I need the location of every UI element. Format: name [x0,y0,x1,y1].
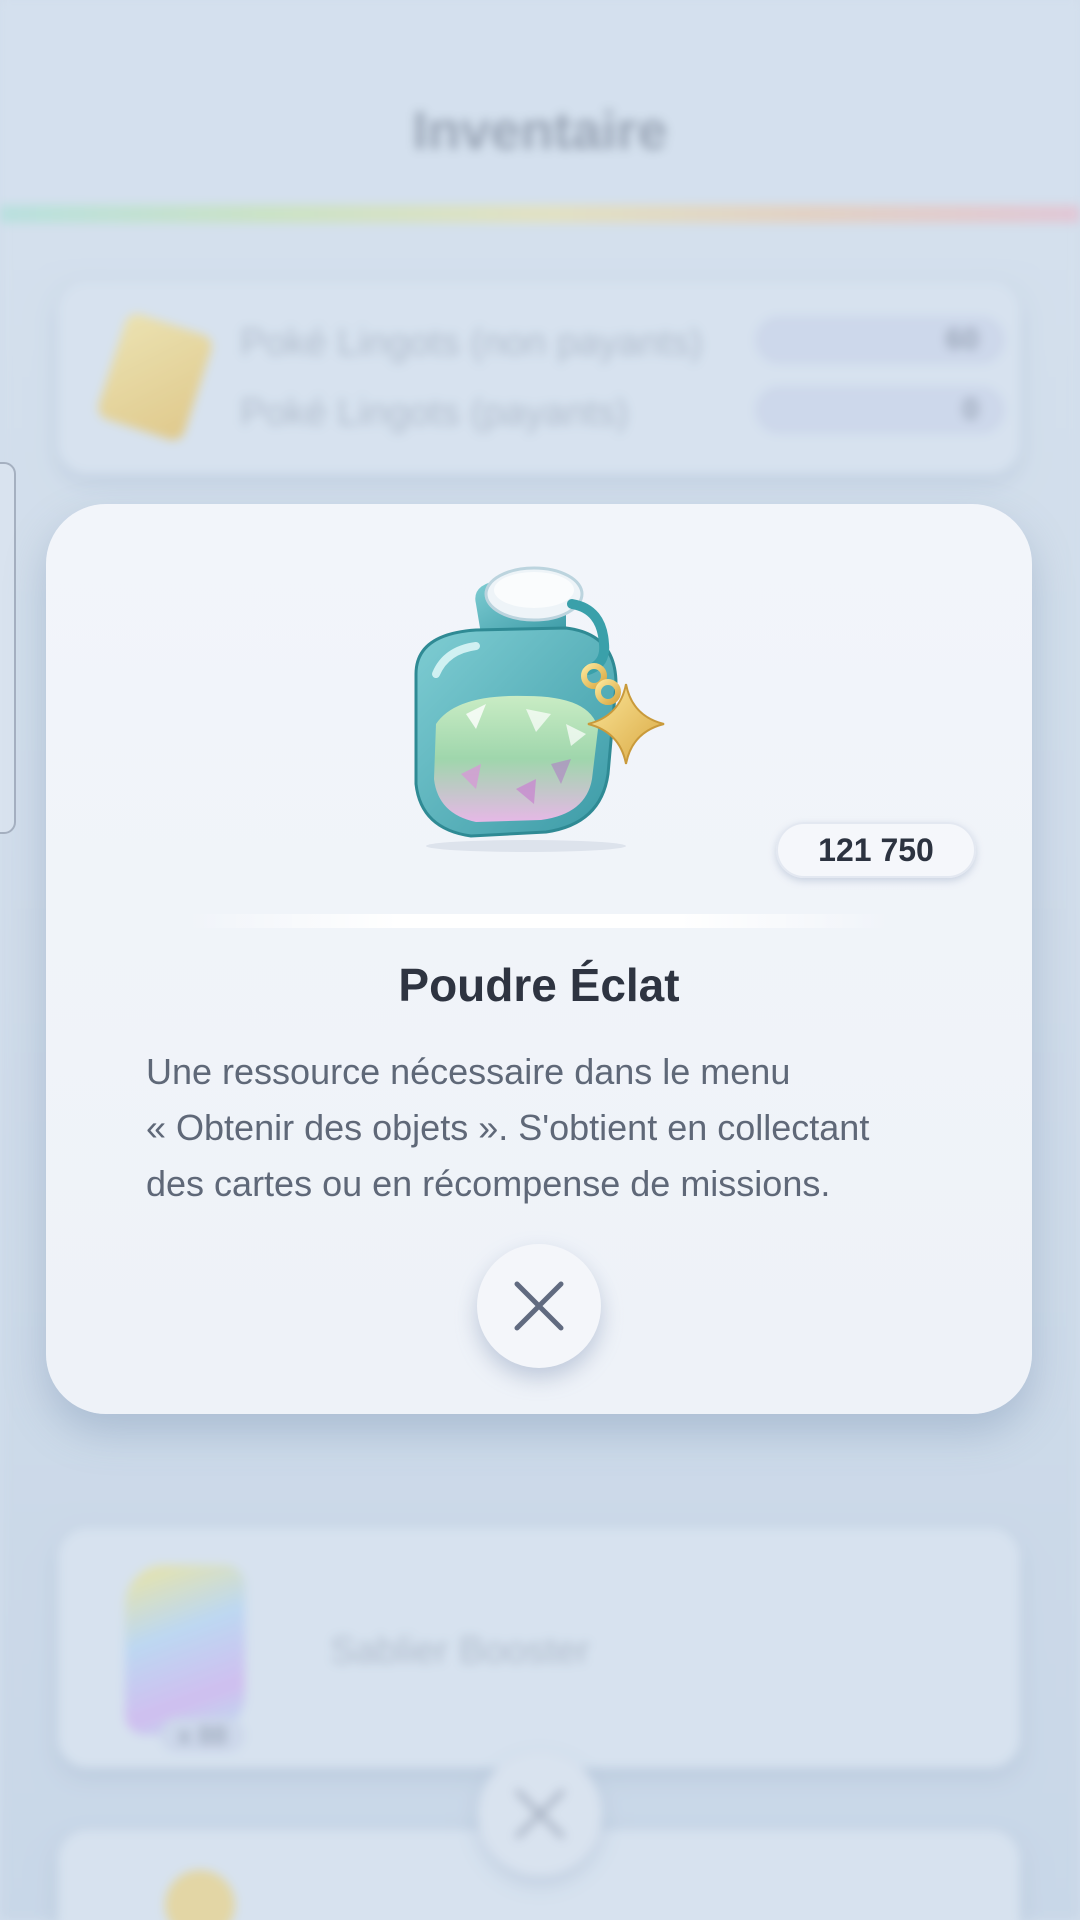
item-detail-modal: 121 750 Poudre Éclat Une ressource néces… [46,504,1032,1414]
item-count: 121 750 [776,822,976,878]
close-button[interactable] [477,1244,601,1368]
close-icon [514,1281,564,1331]
dust-bottle-icon [414,566,665,852]
item-description: Une ressource nécessaire dans le menu « … [146,1051,870,1204]
divider [186,914,892,928]
item-name: Poudre Éclat [398,959,680,1011]
